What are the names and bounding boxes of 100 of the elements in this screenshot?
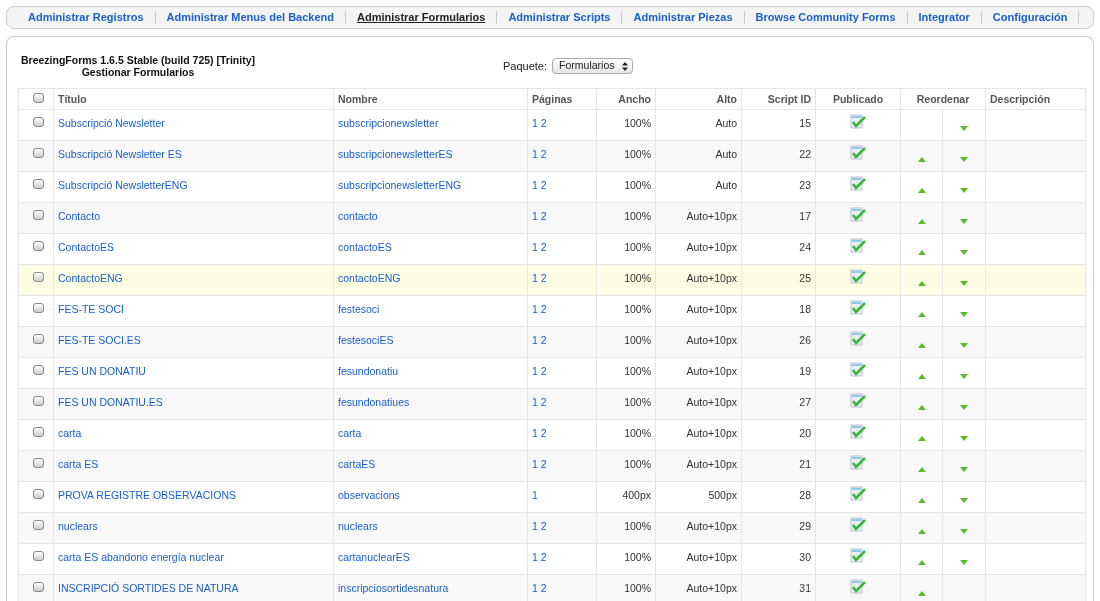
table-row[interactable]: FES UN DONATIU.ES fesundonatiues 1 2 100% Auto+10px 27 <box>18 388 1086 420</box>
form-name-link[interactable]: contacto <box>338 210 378 222</box>
page-link[interactable]: 1 <box>532 179 538 191</box>
table-row[interactable]: ContactoENG contactoENG 1 2 100% Auto+10px 25 <box>18 264 1086 296</box>
page-link[interactable]: 1 <box>532 489 538 501</box>
form-title-link[interactable]: FES-TE SOCI.ES <box>58 334 141 346</box>
table-row[interactable]: Subscripció NewsletterENG subscripcionewsletterENG 1 2 100% Auto 23 <box>18 171 1086 203</box>
page-link[interactable]: 1 <box>532 520 538 532</box>
published-check-icon[interactable] <box>850 300 866 317</box>
published-check-icon[interactable] <box>850 331 866 348</box>
nav-tab[interactable]: Configuración <box>981 11 1080 24</box>
move-down-icon[interactable] <box>960 311 968 317</box>
page-link[interactable]: 2 <box>540 582 547 594</box>
published-check-icon[interactable] <box>850 579 866 596</box>
move-up-icon[interactable] <box>917 373 926 379</box>
page-link[interactable]: 1 <box>532 241 538 253</box>
page-link[interactable]: 2 <box>540 148 547 160</box>
form-title-link[interactable]: FES-TE SOCI <box>58 303 124 315</box>
nav-tab[interactable]: Administrar Piezas <box>622 11 745 24</box>
move-up-icon[interactable] <box>917 187 926 193</box>
table-row[interactable]: carta carta 1 2 100% Auto+10px 20 <box>18 419 1086 451</box>
move-down-icon[interactable] <box>960 466 968 472</box>
published-check-icon[interactable] <box>850 455 866 472</box>
move-up-icon[interactable] <box>917 280 926 286</box>
move-up-icon[interactable] <box>917 528 926 534</box>
form-name-link[interactable]: contactoENG <box>338 272 401 284</box>
row-checkbox[interactable] <box>33 427 44 437</box>
move-down-icon[interactable] <box>960 156 968 162</box>
form-title-link[interactable]: Subscripció NewsletterENG <box>58 179 188 191</box>
published-check-icon[interactable] <box>850 145 866 162</box>
page-link[interactable]: 1 <box>532 396 538 408</box>
move-up-icon[interactable] <box>917 559 926 565</box>
page-link[interactable]: 1 <box>532 582 538 594</box>
published-check-icon[interactable] <box>850 362 866 379</box>
form-name-link[interactable]: carta <box>338 427 362 439</box>
page-link[interactable]: 1 <box>532 427 538 439</box>
move-down-icon[interactable] <box>960 559 968 565</box>
form-title-link[interactable]: ContactoENG <box>58 272 123 284</box>
move-up-icon[interactable] <box>917 466 926 472</box>
column-header[interactable]: Alto <box>716 93 737 105</box>
form-name-link[interactable]: fesundonatiues <box>338 396 410 408</box>
table-row[interactable]: FES-TE SOCI.ES festesociES 1 2 100% Auto+10px 26 <box>18 326 1086 358</box>
move-down-icon[interactable] <box>960 404 968 410</box>
row-checkbox[interactable] <box>33 210 44 220</box>
move-up-icon[interactable] <box>917 342 926 348</box>
select-all-checkbox[interactable] <box>33 93 44 103</box>
page-link[interactable]: 2 <box>540 458 547 470</box>
nav-tab[interactable]: Administrar Scripts <box>497 11 623 24</box>
form-title-link[interactable]: Subscripció Newsletter ES <box>58 148 182 160</box>
form-title-link[interactable]: Contacto <box>58 210 101 222</box>
table-row[interactable]: ContactoES contactoES 1 2 100% Auto+10px 24 <box>18 233 1086 265</box>
published-check-icon[interactable] <box>850 393 866 410</box>
page-link[interactable]: 2 <box>540 210 547 222</box>
table-row[interactable]: Subscripció Newsletter subscripcionewsletter 1 2 100% Auto 15 <box>18 109 1086 141</box>
move-down-icon[interactable] <box>960 249 968 255</box>
row-checkbox[interactable] <box>33 396 44 406</box>
move-down-icon[interactable] <box>960 435 968 441</box>
move-up-icon[interactable] <box>917 218 926 224</box>
form-name-link[interactable]: subscripcionewsletter <box>338 117 439 129</box>
published-check-icon[interactable] <box>850 548 866 565</box>
table-row[interactable]: INSCRIPCIÓ SORTIDES DE NATURA inscripciosortidesnatura 1 2 100% Auto+10px 31 <box>18 574 1086 601</box>
form-name-link[interactable]: observacions <box>338 489 400 501</box>
page-link[interactable]: 1 <box>532 303 538 315</box>
form-name-link[interactable]: festesociES <box>338 334 394 346</box>
form-name-link[interactable]: contactoES <box>338 241 392 253</box>
row-checkbox[interactable] <box>33 117 44 127</box>
row-checkbox[interactable] <box>33 179 44 189</box>
form-title-link[interactable]: nuclears <box>58 520 98 532</box>
move-down-icon[interactable] <box>960 125 968 131</box>
table-row[interactable]: carta ES abandono energía nuclear cartanuclearES 1 2 100% Auto+10px 30 <box>18 543 1086 575</box>
row-checkbox[interactable] <box>33 148 44 158</box>
page-link[interactable]: 1 <box>532 551 538 563</box>
move-up-icon[interactable] <box>917 249 926 255</box>
form-name-link[interactable]: festesoci <box>338 303 380 315</box>
form-title-link[interactable]: ContactoES <box>58 241 115 253</box>
table-row[interactable]: Subscripció Newsletter ES subscripcionewsletterES 1 2 100% Auto 22 <box>18 140 1086 172</box>
table-row[interactable]: FES-TE SOCI festesoci 1 2 100% Auto+10px 18 <box>18 295 1086 327</box>
nav-tab[interactable]: Integrator <box>907 11 982 24</box>
move-down-icon[interactable] <box>960 373 968 379</box>
nav-tab[interactable]: Administrar Formularios <box>346 11 498 24</box>
published-check-icon[interactable] <box>850 238 866 255</box>
row-checkbox[interactable] <box>33 458 44 468</box>
page-link[interactable]: 1 <box>532 148 538 160</box>
column-header[interactable]: Título <box>58 93 87 105</box>
move-up-icon[interactable] <box>917 311 926 317</box>
row-checkbox[interactable] <box>33 520 44 530</box>
published-check-icon[interactable] <box>850 424 866 441</box>
page-link[interactable]: 1 <box>532 117 538 129</box>
form-title-link[interactable]: Subscripció Newsletter <box>58 117 165 129</box>
published-check-icon[interactable] <box>850 114 866 131</box>
move-down-icon[interactable] <box>960 497 968 503</box>
row-checkbox[interactable] <box>33 365 44 375</box>
row-checkbox[interactable] <box>33 241 44 251</box>
row-checkbox[interactable] <box>33 551 44 561</box>
page-link[interactable]: 1 <box>532 458 538 470</box>
page-link[interactable]: 2 <box>540 396 547 408</box>
table-row[interactable]: PROVA REGISTRE OBSERVACIONS observacions 1 400px 500px 28 <box>18 481 1086 513</box>
page-link[interactable]: 1 <box>532 334 538 346</box>
published-check-icon[interactable] <box>850 269 866 286</box>
package-select[interactable]: Formularios <box>552 58 634 74</box>
